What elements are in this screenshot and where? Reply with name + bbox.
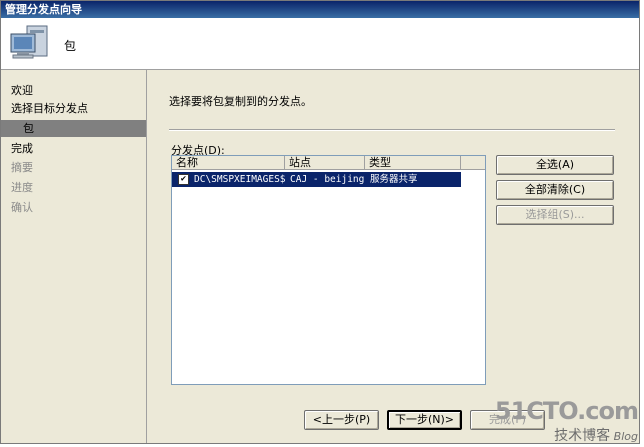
list-header: 名称 站点 类型 — [172, 156, 485, 170]
instruction-text: 选择要将包复制到的分发点。 — [169, 95, 312, 108]
step-package: 包 — [1, 120, 146, 137]
next-button[interactable]: 下一步(N)> — [387, 410, 462, 430]
column-header-name[interactable]: 名称 — [172, 156, 285, 170]
wizard-steps: 欢迎 选择目标分发点 包 完成 摘要 进度 确认 — [1, 70, 146, 443]
watermark-blog: Blog — [613, 430, 638, 443]
step-progress: 进度 — [11, 181, 33, 194]
cell-site: CAJ - beijing — [290, 174, 365, 185]
step-finish: 完成 — [11, 142, 33, 155]
row-checkbox[interactable]: ✔ — [178, 174, 189, 185]
step-select-target: 选择目标分发点 — [11, 102, 88, 115]
select-all-button[interactable]: 全选(A) — [496, 155, 614, 175]
computer-icon — [10, 25, 48, 59]
watermark-blog-cn: 技术博客 — [554, 428, 611, 444]
watermark: 51CTO.com 技术博客 Blog — [494, 397, 639, 445]
step-confirm: 确认 — [11, 201, 33, 214]
cell-type: 服务器共享 — [370, 174, 418, 185]
table-row[interactable]: ✔ DC\SMSPXEIMAGES$ CAJ - beijing 服务器共享 — [172, 172, 461, 187]
select-group-button[interactable]: 选择组(S)... — [496, 205, 614, 225]
prev-button[interactable]: <上一步(P) — [304, 410, 379, 430]
watermark-site: 51CTO.com — [494, 397, 639, 425]
separator — [169, 129, 615, 131]
cell-name: DC\SMSPXEIMAGES$ — [194, 174, 286, 185]
step-welcome: 欢迎 — [11, 84, 33, 97]
step-summary: 摘要 — [11, 161, 33, 174]
wizard-window: 管理分发点向导 包 欢迎 选择目标分发点 包 完成 摘要 进度 确认 选择要将包… — [0, 0, 640, 444]
wizard-content: 选择要将包复制到的分发点。 分发点(D): 名称 站点 类型 ✔ DC\SMSP… — [146, 70, 639, 443]
window-title: 管理分发点向导 — [1, 1, 639, 18]
column-header-site[interactable]: 站点 — [285, 156, 365, 170]
distribution-point-list[interactable]: 名称 站点 类型 ✔ DC\SMSPXEIMAGES$ CAJ - beijin… — [171, 155, 486, 385]
column-header-type[interactable]: 类型 — [365, 156, 461, 170]
wizard-header: 包 — [1, 18, 639, 70]
clear-all-button[interactable]: 全部清除(C) — [496, 180, 614, 200]
page-title: 包 — [64, 39, 77, 53]
